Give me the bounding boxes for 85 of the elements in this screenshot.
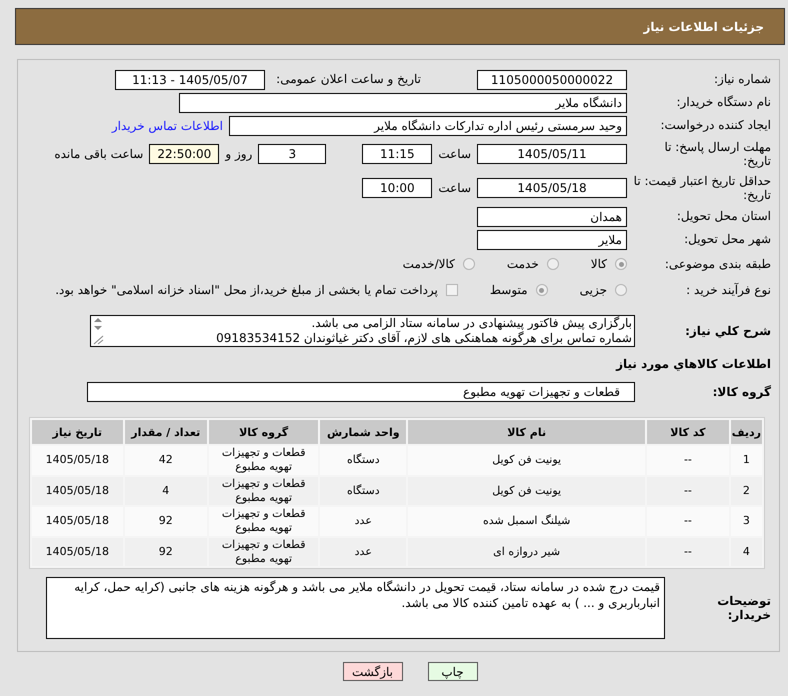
table-cell: 42 <box>124 446 207 475</box>
table-cell: 1405/05/18 <box>32 507 123 536</box>
buyer-notes-field[interactable]: قیمت درج شده در سامانه ستاد، قیمت تحویل در دانشگاه ملایر می باشد و هرگونه هزینه های جانبی (کرایه حمل، کرایه انبارباربری و ... ) به عهده تامین کننده کالا می باشد. <box>46 577 665 640</box>
table-cell: -- <box>647 476 729 506</box>
column-header: کد کالا <box>647 420 729 444</box>
table-cell: 1405/05/18 <box>32 476 123 506</box>
print-button[interactable]: چاپ <box>428 662 478 682</box>
field-label: نوع فرآیند خرید : <box>685 282 771 298</box>
table-cell: 4 <box>124 476 207 506</box>
radio-button[interactable] <box>462 258 475 270</box>
announce-date-field: 1405/05/07 - 11:13 <box>115 70 265 90</box>
days-field: 3 <box>258 144 326 164</box>
table-cell: 92 <box>124 507 207 536</box>
remaining-label: ساعت باقی مانده <box>54 147 144 161</box>
need-number-field: 1105000050000022 <box>477 70 627 90</box>
province-field: همدان <box>477 206 627 226</box>
checkbox[interactable] <box>446 284 458 296</box>
deadline-date-field: 1405/05/11 <box>477 144 627 164</box>
description-field[interactable]: بارگزاری پیش فاکتور پیشنهادی در سامانه ستاد الزامی می باشد. شماره تماس برای هرگونه هماهنکی های لازم، آقای دکتر غیاثوندان 09183534152 <box>90 315 635 347</box>
field-label: توضیحات خریدار: <box>716 594 771 623</box>
time-label: ساعت <box>438 147 471 161</box>
table-cell: قطعات و تجهیزات تهویه مطبوع <box>208 538 318 566</box>
table-cell: 3 <box>730 507 762 536</box>
table-cell: عدد <box>320 507 406 536</box>
table-cell: یونیت فن کویل <box>408 446 646 475</box>
validity-time-field: 10:00 <box>362 178 432 198</box>
buyer-org-field: دانشگاه ملایر <box>179 92 627 112</box>
radio-button[interactable] <box>615 284 627 296</box>
table-cell: 1405/05/18 <box>32 446 123 475</box>
field-label: ایجاد کننده درخواست: <box>659 118 771 133</box>
table-cell: -- <box>647 538 729 566</box>
column-header: تعداد / مقدار <box>124 420 207 444</box>
table-cell: عدد <box>320 538 406 566</box>
table-cell: قطعات و تجهیزات تهویه مطبوع <box>208 507 318 536</box>
back-button[interactable]: بازگشت <box>342 662 402 682</box>
page-title: جزئیات اطلاعات نیاز <box>643 20 764 34</box>
validity-date-field: 1405/05/18 <box>477 178 627 198</box>
table-cell: دستگاه <box>320 476 406 506</box>
column-header: ردیف <box>730 420 762 444</box>
scroll-arrows-icon <box>91 316 105 346</box>
field-label: گروه کالا: <box>712 384 771 400</box>
time-label: ساعت <box>438 181 471 195</box>
field-label: شرح كلي نياز: <box>684 324 771 338</box>
field-label: استان محل تحویل: <box>676 209 771 224</box>
buyer-contact-link[interactable]: اطلاعات تماس خریدار <box>112 118 223 132</box>
table-cell: -- <box>647 446 729 475</box>
table-cell: دستگاه <box>320 446 406 475</box>
radio-button[interactable] <box>546 258 559 270</box>
table-cell: شیر دروازه ای <box>408 538 646 566</box>
table-cell: 1405/05/18 <box>32 538 123 566</box>
column-header: نام کالا <box>408 420 646 444</box>
field-label: مهلت ارسال پاسخ: تا تاریخ: <box>663 140 771 168</box>
section-heading: اطلاعات كالاهاي مورد نياز <box>616 357 771 371</box>
column-header: واحد شمارش <box>320 420 406 444</box>
column-header: تاریخ نیاز <box>32 420 123 444</box>
table-cell: 92 <box>124 538 207 566</box>
radio-button[interactable] <box>536 284 548 296</box>
goods-group-field: قطعات و تجهیزات تهویه مطبوع <box>87 382 635 402</box>
days-label: روز و <box>225 147 252 161</box>
radio-button[interactable] <box>615 258 627 270</box>
city-field: ملایر <box>477 230 627 250</box>
table-cell: یونیت فن کویل <box>408 476 646 506</box>
field-label: شماره نیاز: <box>713 72 771 87</box>
table-cell: قطعات و تجهیزات تهویه مطبوع <box>208 476 318 506</box>
table-cell: 1 <box>730 446 762 475</box>
checkbox-label: پرداخت تمام یا بخشی از مبلغ خرید،از محل "اسناد خزانه اسلامی" خواهد بود. <box>55 283 438 297</box>
radio-label: متوسط <box>490 283 528 297</box>
field-label: تاریخ و ساعت اعلان عمومی: <box>275 72 421 87</box>
field-label: شهر محل تحویل: <box>683 232 771 247</box>
deadline-time-field: 11:15 <box>362 144 432 164</box>
radio-label: کالا/خدمت <box>402 257 455 271</box>
remaining-time-field: 22:50:00 <box>149 144 220 164</box>
field-label: نام دستگاه خریدار: <box>676 95 771 110</box>
table-cell: شیلنگ اسمبل شده <box>408 507 646 536</box>
table-cell: 4 <box>730 538 762 566</box>
radio-label: کالا <box>590 257 607 271</box>
table-cell: 2 <box>730 476 762 506</box>
field-label: طبقه بندی موضوعی: <box>664 256 771 272</box>
requester-field: وحید سرمستی رئیس اداره تدارکات دانشگاه ملایر <box>229 116 627 136</box>
radio-label: خدمت <box>506 257 539 271</box>
column-header: گروه کالا <box>208 420 318 444</box>
table-cell: قطعات و تجهیزات تهویه مطبوع <box>208 446 318 475</box>
field-label: حداقل تاریخ اعتبار قیمت: تا تاریخ: <box>633 174 771 202</box>
table-cell: -- <box>647 507 729 536</box>
radio-label: جزیی <box>580 283 607 297</box>
